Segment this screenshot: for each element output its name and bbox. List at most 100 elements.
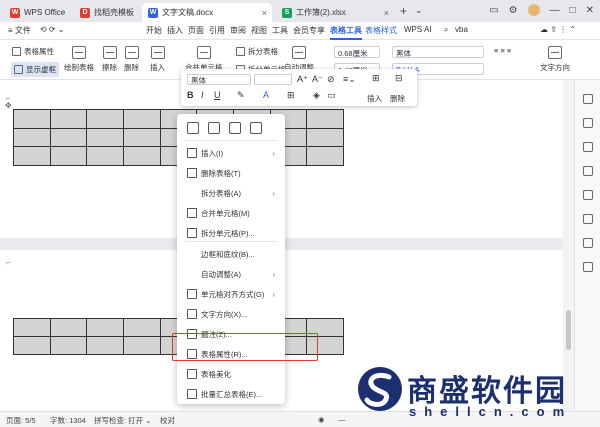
ctx-merge-cells[interactable]: 合并单元格(M) [177,204,285,222]
tab-list-icon[interactable]: ⌄ [415,5,423,16]
mini-insert-icon[interactable]: ⊞ [372,73,380,84]
copy-format-icon[interactable]: ▭ [327,90,336,101]
table-cell[interactable] [87,147,124,166]
layout-icon[interactable]: ▭ [489,5,498,16]
copy-icon[interactable] [187,122,199,134]
avatar[interactable] [527,4,540,16]
eye-icon[interactable]: ◉ [318,415,325,424]
font-color-icon[interactable]: A [263,90,269,100]
window-icon[interactable] [583,262,593,272]
menu-member[interactable]: 会员专享 [293,25,325,36]
vertical-scrollbar[interactable] [563,80,574,411]
delete-button[interactable]: 删除 [124,46,139,73]
menu-view[interactable]: 视图 [251,25,267,36]
table-cell[interactable] [124,337,161,355]
menu-wps-ai[interactable]: WPS AI [404,25,432,34]
mini-delete-label[interactable]: 删除 [390,93,405,104]
new-tab-button[interactable]: + [400,4,407,18]
undo-redo-icons[interactable]: ⟲ ⟳ ⌄ [40,25,65,34]
upload-icon[interactable] [583,190,593,200]
table-cell[interactable] [124,110,161,129]
adjust-icon[interactable] [583,94,593,104]
table-cell[interactable] [50,147,88,166]
paste-special-icon[interactable] [250,122,262,134]
table-cell[interactable] [124,319,161,337]
tab-document[interactable]: W 文字文稿.docx × [142,3,272,22]
close-icon[interactable]: × [262,8,267,18]
paste-icon[interactable] [229,122,241,134]
table-cell[interactable] [124,147,161,166]
minimize-icon[interactable]: — [550,5,560,16]
grow-font-icon[interactable]: A⁺ [297,74,308,85]
row-height-field[interactable]: 0.68厘米 [334,46,380,58]
ctx-batch-summary[interactable]: 批量汇总表格(E)... [177,385,285,403]
bold-icon[interactable]: B [187,90,194,100]
ctx-table-beautify[interactable]: 表格美化 [177,365,285,383]
menu-page[interactable]: 页面 [188,25,204,36]
shading-icon[interactable]: ◈ [313,90,320,101]
table-cell[interactable] [307,147,344,166]
menu-table-style[interactable]: 表格样式 [365,25,397,36]
word-count[interactable]: 字数: 1304 [50,415,86,426]
spell-check[interactable]: 拼写检查: 打开 ⌄ [94,415,152,426]
draw-table-button[interactable]: 绘制表格 [64,46,94,73]
help-icon[interactable] [583,214,593,224]
ctx-split-table[interactable]: 拆分表格(A) › [177,184,285,202]
maximize-icon[interactable]: □ [570,5,576,16]
table-cell[interactable] [14,147,51,166]
pen-icon[interactable] [583,142,593,152]
split-table-button[interactable]: 拆分表格 [236,46,278,57]
ctx-split-cell[interactable]: 拆分单元格(P)... [177,224,285,242]
settings-icon[interactable]: ⚙ [509,5,518,16]
mini-size-select[interactable] [254,74,292,85]
mini-delete-icon[interactable]: ⊟ [395,73,403,84]
tab-template[interactable]: D 找稻壳模板 [74,3,140,22]
link-icon[interactable] [583,238,593,248]
table-cell[interactable] [50,110,88,129]
font-select[interactable]: 黑体 [392,46,484,58]
ctx-cell-align[interactable]: 单元格对齐方式(G) › [177,285,285,303]
table-cell[interactable] [50,128,88,148]
align-menu-icon[interactable]: ≡⌄ [343,74,356,85]
menu-references[interactable]: 引用 [209,25,225,36]
ctx-borders[interactable]: 边框和底纹(B)... [177,245,285,263]
menu-insert[interactable]: 插入 [167,25,183,36]
table-properties-button[interactable]: 表格属性 [12,46,54,57]
insert-button[interactable]: 插入 [150,46,165,73]
table-cell[interactable] [14,337,51,355]
mini-font-select[interactable]: 黑体 [187,74,251,85]
tab-workbook[interactable]: S 工作簿(2).xlsx × [276,3,394,22]
table-cell[interactable] [87,110,124,129]
table-cell[interactable] [124,128,161,148]
cursor-icon[interactable] [583,118,593,128]
mini-insert-label[interactable]: 插入 [367,93,382,104]
table-cell[interactable] [87,128,124,148]
table-cell[interactable] [14,128,51,148]
table-cell[interactable] [87,319,124,337]
border-icon[interactable]: ⊞ [287,90,295,101]
text-direction-button[interactable]: 文字方向 [540,46,570,73]
page-count[interactable]: 页面: 5/5 [6,415,36,426]
ctx-insert[interactable]: 插入(I) › [177,144,285,162]
search-icon[interactable]: ⌕ [444,25,448,35]
ctx-autofit[interactable]: 自动调整(A) › [177,265,285,283]
proof-button[interactable]: 校对 [160,415,175,426]
menu-home[interactable]: 开始 [146,25,162,36]
shrink-font-icon[interactable]: A⁻ [312,74,323,85]
menu-table-tools[interactable]: 表格工具 [330,25,362,40]
cut-icon[interactable] [208,122,220,134]
scrollbar-thumb[interactable] [566,310,571,350]
clear-format-icon[interactable]: ⊘ [327,74,335,85]
table-cell[interactable] [87,337,124,355]
ctx-delete-table[interactable]: 删除表格(T) [177,164,285,182]
highlight-icon[interactable]: ✎ [237,90,245,101]
table-cell[interactable] [14,110,51,129]
shape-icon[interactable] [583,166,593,176]
tab-wps-office[interactable]: W WPS Office [4,3,71,22]
table-cell[interactable] [50,337,88,355]
zoom-out-button[interactable]: — [338,415,346,424]
align-icons[interactable]: ≡ ≡ ≡ [494,46,511,55]
show-grid-button[interactable]: 显示虚框 [11,62,59,77]
table-cell[interactable] [50,319,88,337]
table-cell[interactable] [307,110,344,129]
